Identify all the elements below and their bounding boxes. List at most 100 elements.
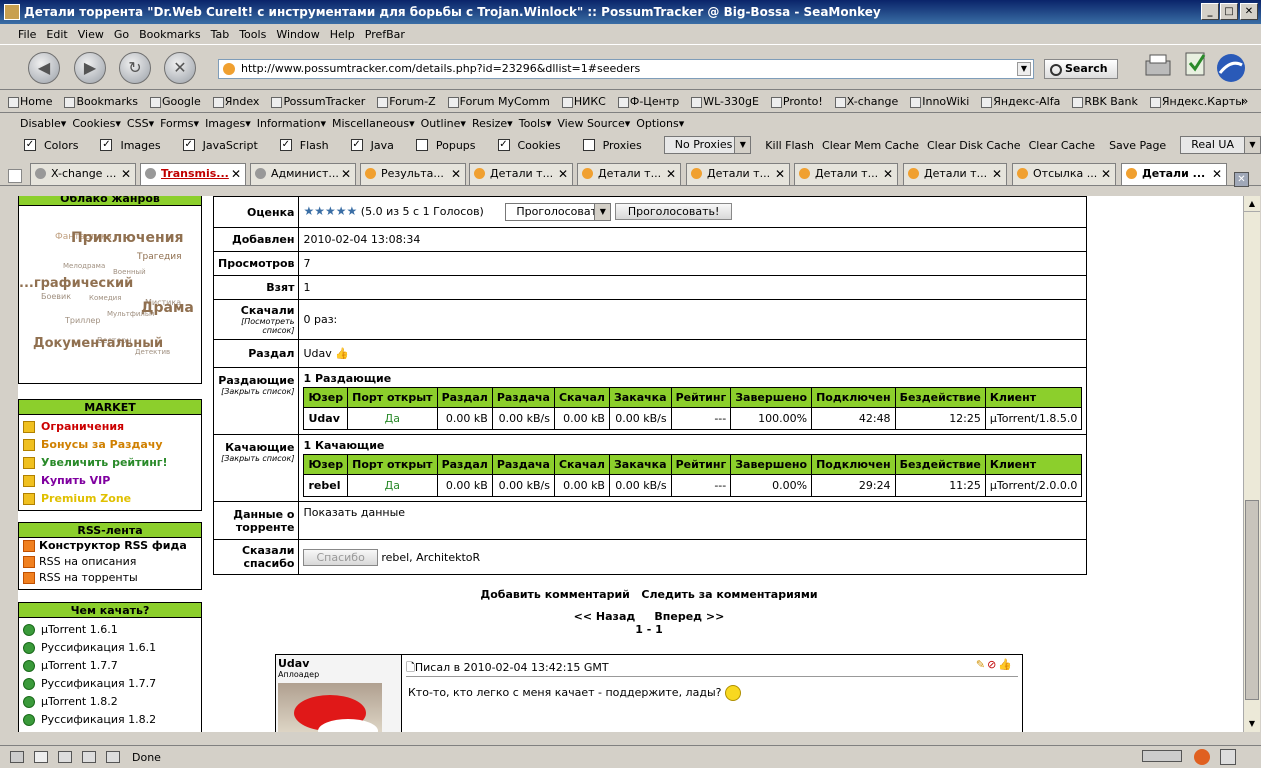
add-comment-link[interactable]: Добавить комментарий: [480, 588, 629, 601]
tab-admin[interactable]: Админист... ✕: [250, 163, 356, 185]
client-link[interactable]: Руссификация 1.8.2: [19, 711, 201, 729]
tag[interactable]: Трагедия: [137, 252, 181, 262]
composer-icon[interactable]: [82, 751, 96, 763]
tab-transmission[interactable]: Transmis... ✕: [140, 163, 246, 185]
maximize-button[interactable]: □: [1220, 3, 1238, 20]
vote-select[interactable]: Проголосовать ▼: [505, 203, 612, 221]
vertical-scrollbar[interactable]: ▲ ▼: [1243, 196, 1260, 732]
peer-user-link[interactable]: rebel: [303, 474, 349, 497]
new-tab-icon[interactable]: [8, 169, 22, 183]
close-tab-icon[interactable]: ✕: [883, 164, 893, 184]
tag[interactable]: Комедия: [89, 294, 121, 302]
bookmark-forum-mycomm[interactable]: Forum MyComm: [446, 95, 550, 108]
market-limits-link[interactable]: Ограничения: [19, 418, 201, 436]
wd-information-menu[interactable]: Information▾: [257, 117, 326, 130]
tag[interactable]: Мелодрама: [63, 262, 105, 270]
tag[interactable]: ...графический: [19, 276, 133, 291]
rss-torrents-link[interactable]: RSS на торренты: [19, 570, 201, 586]
pref-proxies-checkbox[interactable]: Proxies: [582, 139, 642, 152]
close-tab-icon[interactable]: ✕: [666, 164, 676, 184]
close-leechers-link[interactable]: [Закрыть список]: [218, 454, 294, 463]
market-bonus-link[interactable]: Бонусы за Раздачу: [19, 436, 201, 454]
reload-button[interactable]: ↻: [119, 52, 151, 84]
download-icon[interactable]: [1182, 49, 1210, 83]
search-button[interactable]: Search: [1044, 59, 1118, 79]
wd-forms-menu[interactable]: Forms▾: [160, 117, 199, 130]
wd-options-menu[interactable]: Options▾: [636, 117, 684, 130]
close-tab-icon[interactable]: ✕: [775, 164, 785, 184]
forward-button[interactable]: ▶: [74, 52, 106, 84]
close-tab-icon[interactable]: ✕: [558, 164, 568, 184]
menu-view[interactable]: View: [78, 28, 104, 41]
bookmark-yandex-maps[interactable]: Яндекс.Карты: [1148, 95, 1244, 108]
navigator-icon[interactable]: [10, 751, 24, 763]
bookmark-pronto[interactable]: Pronto!: [769, 95, 823, 108]
bookmark-niks[interactable]: НИКС: [560, 95, 606, 108]
address-book-icon[interactable]: [106, 751, 120, 763]
bookmark-innowiki[interactable]: InnoWiki: [908, 95, 969, 108]
bookmark-possumtracker[interactable]: PossumTracker: [269, 95, 365, 108]
tab-details[interactable]: Детали т... ✕: [903, 163, 1007, 185]
pref-popups-checkbox[interactable]: Popups: [415, 139, 476, 152]
bookmark-yandex-alfa[interactable]: Яндекс-Alfa: [979, 95, 1060, 108]
menu-tab[interactable]: Tab: [211, 28, 230, 41]
thanks-button[interactable]: Спасибо: [303, 548, 378, 566]
show-data-link[interactable]: Показать данные: [298, 501, 1088, 540]
bookmark-f-center[interactable]: Ф-Центр: [616, 95, 679, 108]
kill-flash-button[interactable]: Kill Flash: [765, 139, 814, 152]
client-link[interactable]: Руссификация 1.6.1: [19, 639, 201, 657]
clear-disk-cache-button[interactable]: Clear Disk Cache: [927, 139, 1021, 152]
pref-colors-checkbox[interactable]: ✓ Colors: [24, 139, 78, 152]
chat-icon[interactable]: [58, 751, 72, 763]
pref-cookies-checkbox[interactable]: ✓ Cookies: [497, 139, 561, 152]
wd-misc-menu[interactable]: Miscellaneous▾: [332, 117, 415, 130]
pref-images-checkbox[interactable]: ✓ Images: [100, 139, 161, 152]
menu-window[interactable]: Window: [276, 28, 319, 41]
menu-tools[interactable]: Tools: [239, 28, 266, 41]
rss-constructor-link[interactable]: Конструктор RSS фида: [19, 538, 201, 554]
clear-mem-cache-button[interactable]: Clear Mem Cache: [822, 139, 919, 152]
market-premium-link[interactable]: Premium Zone: [19, 490, 201, 508]
scroll-thumb[interactable]: [1245, 500, 1259, 700]
bookmark-home[interactable]: Home: [6, 95, 52, 108]
firefox-icon[interactable]: [1194, 749, 1210, 765]
wd-css-menu[interactable]: CSS▾: [127, 117, 154, 130]
print-icon[interactable]: [1140, 51, 1180, 85]
bookmark-forum-z[interactable]: Forum-Z: [375, 95, 436, 108]
vote-button[interactable]: Проголосовать!: [614, 203, 733, 220]
clear-cache-button[interactable]: Clear Cache: [1029, 139, 1095, 152]
client-link[interactable]: Руссификация 1.7.7: [19, 675, 201, 693]
wd-disable-menu[interactable]: Disable▾: [20, 117, 66, 130]
pref-java-checkbox[interactable]: ✓ Java: [350, 139, 394, 152]
close-all-tabs-icon[interactable]: ✕: [1234, 172, 1249, 187]
tag[interactable]: Военный: [113, 268, 146, 276]
user-agent-select[interactable]: Real UA ▼: [1180, 136, 1261, 154]
comment-author-link[interactable]: Udav: [278, 657, 399, 670]
client-link[interactable]: µTorrent 1.6.1: [19, 621, 201, 639]
close-tab-icon[interactable]: ✕: [1212, 164, 1222, 184]
mail-icon[interactable]: [34, 751, 48, 763]
rss-descriptions-link[interactable]: RSS на описания: [19, 554, 201, 570]
edit-pencil-icon[interactable]: ✎: [976, 658, 987, 671]
client-link[interactable]: µTorrent 1.8.2: [19, 693, 201, 711]
wd-tools-menu[interactable]: Tools▾: [519, 117, 552, 130]
next-page-link[interactable]: Вперед >>: [654, 610, 724, 623]
menu-go[interactable]: Go: [114, 28, 129, 41]
tag[interactable]: Боевик: [41, 292, 71, 301]
menu-file[interactable]: File: [18, 28, 36, 41]
save-page-button[interactable]: Save Page: [1109, 139, 1166, 152]
tab-details[interactable]: Детали т... ✕: [686, 163, 790, 185]
bookmark-bookmarks[interactable]: Bookmarks: [62, 95, 138, 108]
back-button[interactable]: ◀: [28, 52, 60, 84]
close-tab-icon[interactable]: ✕: [341, 164, 351, 184]
menu-bookmarks[interactable]: Bookmarks: [139, 28, 200, 41]
tag[interactable]: Приключения: [71, 230, 184, 246]
tag[interactable]: Триллер: [65, 316, 100, 325]
tab-details[interactable]: Детали т... ✕: [794, 163, 898, 185]
uploader-link[interactable]: Udav: [303, 347, 331, 360]
close-button[interactable]: ✕: [1240, 3, 1258, 20]
tab-results[interactable]: Результа... ✕: [360, 163, 466, 185]
market-rating-link[interactable]: Увеличить рейтинг!: [19, 454, 201, 472]
bookmark-rbk-bank[interactable]: RBK Bank: [1070, 95, 1138, 108]
bookmark-yandex[interactable]: Яndex: [211, 95, 259, 108]
